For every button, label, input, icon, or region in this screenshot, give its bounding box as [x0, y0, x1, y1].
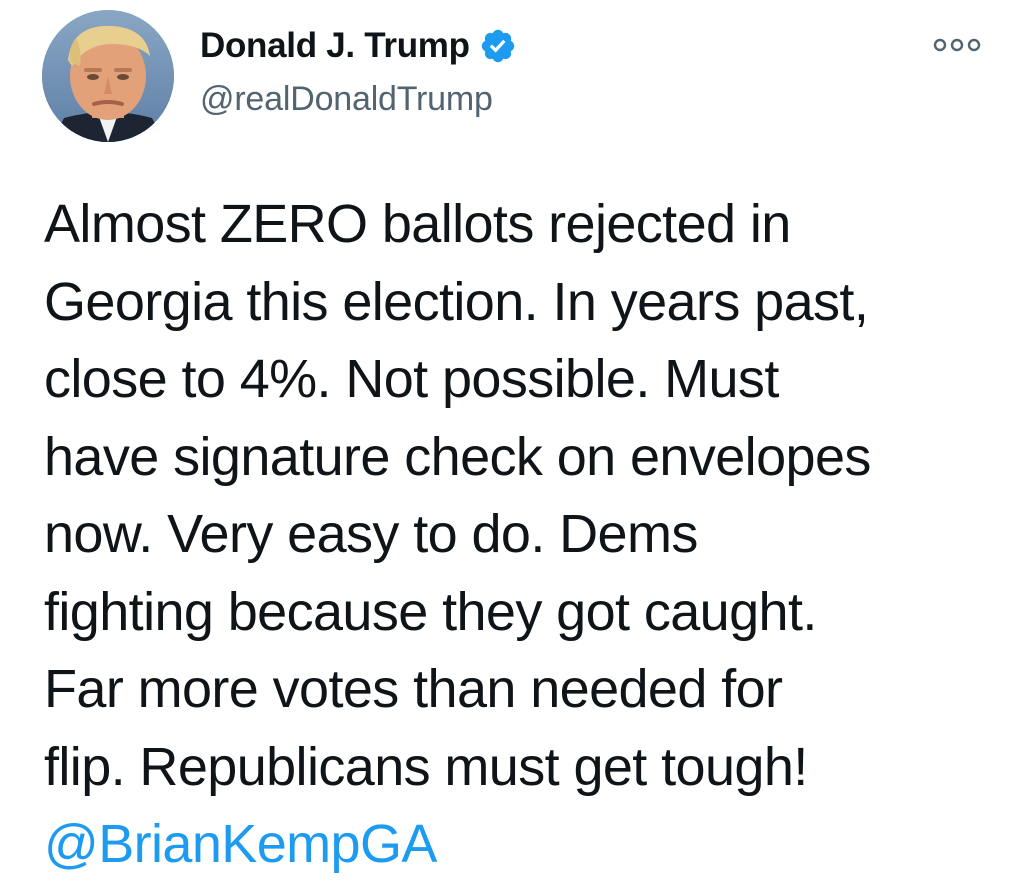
tweet-text-line: have signature check on envelopes: [44, 426, 871, 487]
display-name[interactable]: Donald J. Trump: [200, 22, 470, 70]
tweet-text-line: Far more votes than needed for: [44, 659, 783, 719]
tweet-text-line: flip. Republicans must get tough!: [44, 736, 808, 797]
author-name-row[interactable]: Donald J. Trump: [200, 22, 517, 70]
tweet-text-line: Almost ZERO ballots rejected in: [44, 194, 791, 254]
avatar[interactable]: [42, 10, 174, 142]
verified-badge-icon: [481, 29, 514, 63]
more-options-icon[interactable]: [932, 34, 982, 56]
tweet-text-line: now. Very easy to do. Dems: [44, 504, 698, 564]
tweet-text-line: fighting because they got caught.: [44, 581, 817, 642]
tweet-text: Almost ZERO ballots rejected in Georgia …: [44, 186, 1004, 884]
tweet-text-line: Georgia this election. In years past,: [44, 271, 869, 332]
author-handle[interactable]: @realDonaldTrump: [200, 78, 493, 120]
profile-photo-icon: [42, 10, 174, 142]
tweet-text-line: close to 4%. Not possible. Must: [44, 349, 779, 409]
tweet-card: Donald J. Trump @realDonaldTrump Almost …: [0, 0, 1024, 889]
mention-link[interactable]: @BrianKempGA: [44, 806, 1004, 884]
